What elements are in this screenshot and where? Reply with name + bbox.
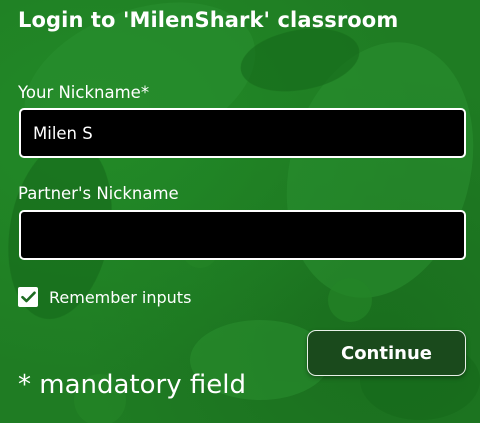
mandatory-field-note: * mandatory field xyxy=(18,370,246,400)
nickname-input[interactable] xyxy=(19,108,466,158)
partner-nickname-label: Partner's Nickname xyxy=(18,184,179,203)
remember-inputs-row[interactable]: Remember inputs xyxy=(18,286,191,308)
page-title: Login to 'MilenShark' classroom xyxy=(18,8,399,32)
continue-button[interactable]: Continue xyxy=(307,330,466,376)
remember-inputs-label: Remember inputs xyxy=(49,287,192,307)
remember-inputs-checkbox[interactable] xyxy=(18,287,38,307)
partner-nickname-input[interactable] xyxy=(19,210,466,260)
nickname-label: Your Nickname* xyxy=(18,83,150,102)
checkmark-icon xyxy=(20,291,36,303)
